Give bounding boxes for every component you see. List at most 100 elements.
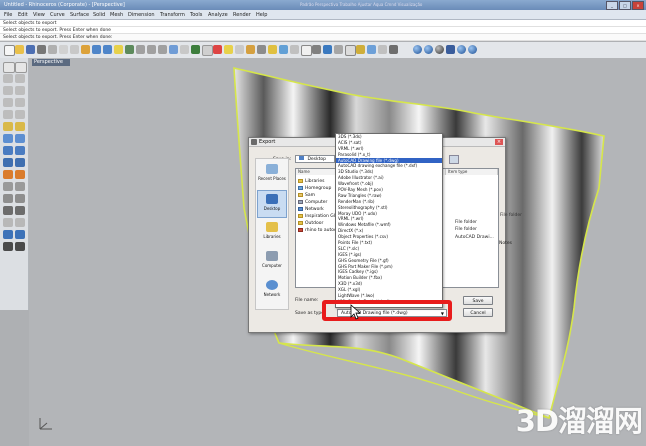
box-icon[interactable] [3,158,13,167]
split-icon[interactable] [15,218,25,227]
menu-analyze[interactable]: Analyze [208,12,228,18]
place-computer[interactable]: Computer [257,248,287,276]
undo-icon[interactable] [92,45,101,54]
text-icon[interactable] [15,242,25,251]
texture-icon[interactable] [457,45,466,54]
copy-icon[interactable] [70,45,79,54]
render-window-icon[interactable] [435,45,444,54]
sphere-icon[interactable] [15,158,25,167]
options-icon[interactable] [378,45,387,54]
menu-solid[interactable]: Solid [93,12,105,18]
zoom-selected-icon[interactable] [169,45,178,54]
ghosted-icon[interactable] [334,45,343,54]
xray-icon[interactable] [345,45,356,56]
menu-curve[interactable]: Curve [50,12,65,18]
loft-icon[interactable] [3,146,13,155]
zoom-extents-icon[interactable] [158,45,167,54]
list-item[interactable]: Libraries [298,178,324,184]
point-icon[interactable] [15,62,27,73]
render-preview-icon[interactable] [413,45,422,54]
place-recent[interactable]: Recent Places [257,161,287,189]
arc-icon[interactable] [15,86,25,95]
properties-icon[interactable] [279,45,288,54]
rendered-icon[interactable] [323,45,332,54]
trim-icon[interactable] [3,218,13,227]
revolve-icon[interactable] [15,146,25,155]
move-icon[interactable] [3,182,13,191]
menu-dimension[interactable]: Dimension [128,12,155,18]
undo-view-icon[interactable] [180,45,189,54]
light-icon[interactable] [356,45,365,54]
place-network[interactable]: Network [257,277,287,305]
select-arrow-icon[interactable] [3,62,15,73]
copy-tool-icon[interactable] [15,182,25,191]
dialog-close-icon[interactable]: × [495,139,503,145]
zoom-dynamic-icon[interactable] [147,45,156,54]
rotate-view-icon[interactable] [125,45,134,54]
extrude-icon[interactable] [15,134,25,143]
offset-icon[interactable] [3,122,13,131]
open-folder-icon[interactable] [15,45,24,54]
file-type-dropdown[interactable]: 3DS (*.3ds) ACIS (*.sat) VRML (*.wrl) Paras… [335,133,443,308]
save-in-select[interactable]: Desktop [295,155,335,163]
list-item[interactable]: Sam [298,192,315,198]
select-icon[interactable] [224,45,233,54]
dimension-icon[interactable] [3,242,13,251]
rectangle-icon[interactable] [3,110,13,119]
array-icon[interactable] [15,206,25,215]
close-icon[interactable]: × [632,1,644,10]
pan-icon[interactable] [114,45,123,54]
menu-view[interactable]: View [33,12,45,18]
fillet-curve-icon[interactable] [15,110,25,119]
hide-icon[interactable] [257,45,266,54]
save-icon[interactable] [26,45,35,54]
lock-icon[interactable] [268,45,277,54]
new-file-icon[interactable] [4,45,15,56]
circle-icon[interactable] [3,86,13,95]
list-item[interactable]: Network [298,206,324,212]
match-properties-icon[interactable] [290,45,299,54]
print-icon[interactable] [37,45,46,54]
column-item-type[interactable]: Item type [446,169,498,175]
list-item[interactable]: Outdoor [298,220,323,226]
explode-icon[interactable] [15,230,25,239]
list-item[interactable]: Homegroup [298,185,331,191]
paste-icon[interactable] [81,45,90,54]
menu-transform[interactable]: Transform [160,12,185,18]
help-icon[interactable] [389,45,398,54]
cancel-button[interactable]: Cancel [463,308,493,317]
menu-edit[interactable]: Edit [18,12,28,18]
redo-icon[interactable] [103,45,112,54]
menu-render[interactable]: Render [233,12,251,18]
cut-icon[interactable] [59,45,68,54]
sun-icon[interactable] [468,45,477,54]
menu-help[interactable]: Help [256,12,267,18]
polyline-icon[interactable] [3,74,13,83]
mirror-icon[interactable] [3,206,13,215]
maximize-icon[interactable]: □ [619,1,631,10]
material-icon[interactable] [367,45,376,54]
environment-icon[interactable] [446,45,455,54]
ellipse-icon[interactable] [3,98,13,107]
command-prompt[interactable]: Select objects to export. Press Enter wh… [0,34,646,41]
surface-corner-icon[interactable] [3,134,13,143]
place-desktop[interactable]: Desktop [257,190,287,218]
place-libraries[interactable]: Libraries [257,219,287,247]
minimize-icon[interactable]: _ [606,1,618,10]
extend-icon[interactable] [15,122,25,131]
menu-mesh[interactable]: Mesh [110,12,123,18]
curve-icon[interactable] [15,74,25,83]
grid-icon[interactable] [235,45,244,54]
zoom-window-icon[interactable] [136,45,145,54]
list-item[interactable]: Computer [298,199,327,205]
rotate-icon[interactable] [3,194,13,203]
import-icon[interactable] [48,45,57,54]
layer-icon[interactable] [246,45,255,54]
menu-surface[interactable]: Surface [70,12,89,18]
polygon-icon[interactable] [15,98,25,107]
list-item[interactable]: Inspiration Gl... [298,213,339,219]
render-icon[interactable] [424,45,433,54]
shaded-icon[interactable] [312,45,321,54]
scale-icon[interactable] [15,194,25,203]
mesh-icon[interactable] [15,170,25,179]
